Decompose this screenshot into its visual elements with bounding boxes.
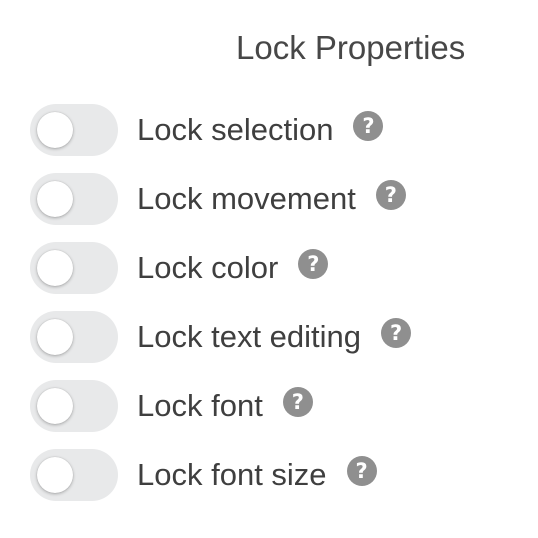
lock-font-toggle[interactable] (30, 380, 118, 432)
lock-text-editing-toggle[interactable] (30, 311, 118, 363)
question-circle-icon[interactable]: ? (353, 111, 384, 141)
lock-selection-toggle[interactable] (30, 104, 118, 156)
lock-selection-label: Lock selection (137, 112, 334, 147)
lock-color-row: Lock color ? (30, 242, 329, 294)
lock-movement-row: Lock movement ? (30, 173, 406, 225)
lock-selection-row: Lock selection ? (30, 104, 384, 156)
question-circle-icon[interactable]: ? (381, 318, 412, 348)
toggle-knob (37, 457, 73, 493)
question-circle-icon[interactable]: ? (282, 387, 313, 417)
toggle-knob (37, 319, 73, 355)
question-circle-icon[interactable]: ? (298, 249, 329, 279)
question-circle-icon[interactable]: ? (346, 456, 377, 486)
lock-movement-toggle[interactable] (30, 173, 118, 225)
lock-text-editing-label: Lock text editing (137, 319, 362, 354)
lock-color-toggle[interactable] (30, 242, 118, 294)
lock-movement-label: Lock movement (137, 181, 356, 216)
lock-font-size-label: Lock font size (137, 457, 327, 492)
lock-font-size-toggle[interactable] (30, 449, 118, 501)
toggle-knob (37, 112, 73, 148)
lock-font-size-row: Lock font size ? (30, 449, 377, 501)
lock-properties-panel: Lock Properties Lock selection ? Lock mo… (0, 0, 538, 538)
panel-title: Lock Properties (236, 29, 466, 66)
toggle-knob (37, 181, 73, 217)
lock-font-row: Lock font ? (30, 380, 313, 432)
toggle-knob (37, 250, 73, 286)
lock-font-label: Lock font (137, 388, 263, 423)
toggle-knob (37, 388, 73, 424)
question-circle-icon[interactable]: ? (375, 180, 406, 210)
lock-text-editing-row: Lock text editing ? (30, 311, 412, 363)
lock-color-label: Lock color (137, 250, 279, 285)
